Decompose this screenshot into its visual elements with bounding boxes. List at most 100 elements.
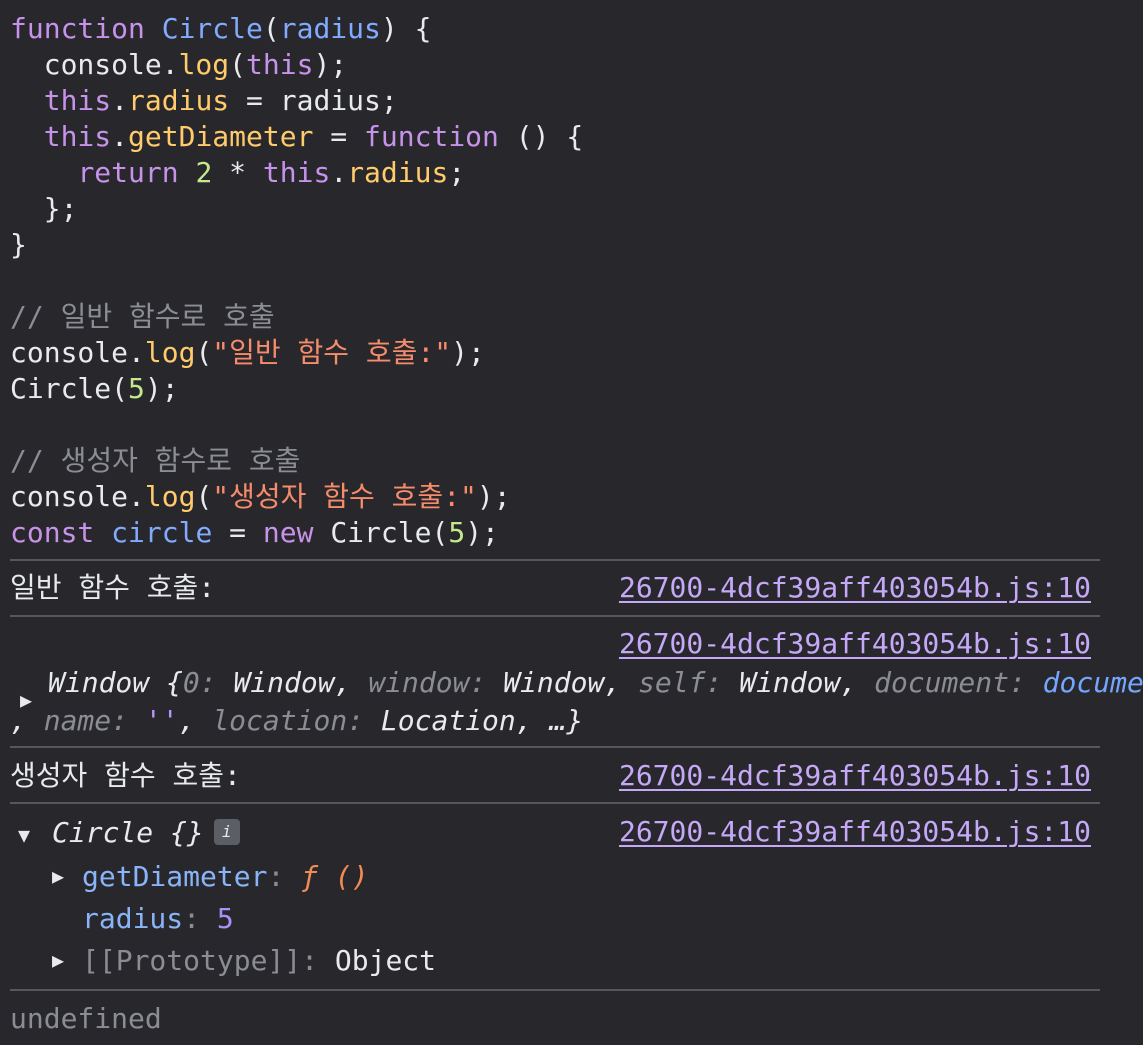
code-property: getDiameter xyxy=(128,120,314,153)
code-line-1: function Circle(radius) { xyxy=(10,11,431,47)
code-comment-1: // 일반 함수로 호출 xyxy=(10,300,275,333)
object-key: window xyxy=(368,666,470,699)
source-link[interactable]: 26700-4dcf39aff403054b.js:10 xyxy=(619,756,1091,796)
code-number: 2 xyxy=(195,156,213,189)
console-divider xyxy=(10,989,1100,991)
object-key: self xyxy=(638,666,706,699)
code-line-2: console.log(this); xyxy=(10,47,347,83)
source-link[interactable]: 26700-4dcf39aff403054b.js:10 xyxy=(619,568,1091,608)
code-keyword: this xyxy=(262,156,331,189)
code-string: "생성자 함수 호출:" xyxy=(212,480,477,513)
code-punct: ; xyxy=(448,156,466,189)
code-line-5: return 2 * this.radius; xyxy=(10,155,465,191)
object-value: Window xyxy=(739,666,841,699)
window-object-preview[interactable]: Window {0: Window, window: Window, self:… xyxy=(48,664,1143,702)
code-punct: = xyxy=(313,120,365,153)
code-punct: . xyxy=(111,84,129,117)
source-link[interactable]: 26700-4dcf39aff403054b.js:10 xyxy=(619,812,1091,852)
code-punct: ); xyxy=(313,48,348,81)
code-punct: = xyxy=(212,516,263,549)
property-value: Object xyxy=(334,944,437,977)
object-key: document xyxy=(874,666,1009,699)
code-keyword: this xyxy=(43,84,112,117)
object-head: Window { xyxy=(48,666,183,699)
code-number: 5 xyxy=(448,516,466,549)
expand-triangle-icon[interactable]: ▶ xyxy=(52,864,64,888)
code-punct: ) { xyxy=(380,12,432,45)
code-punct: ( xyxy=(229,48,247,81)
code-punct: ( xyxy=(262,12,280,45)
code-punct: * xyxy=(212,156,263,189)
code-method: log xyxy=(144,336,196,369)
object-value: '' xyxy=(144,704,179,737)
code-punct: . xyxy=(330,156,348,189)
console-divider xyxy=(10,746,1100,748)
property-value: 5 xyxy=(216,902,234,935)
devtools-console: function Circle(radius) { console.log(th… xyxy=(0,0,1143,1045)
circle-object-head[interactable]: Circle {} i xyxy=(52,814,240,852)
result-undefined: undefined xyxy=(10,1002,162,1035)
property-name: getDiameter xyxy=(82,860,268,893)
code-line-11: const circle = new Circle(5); xyxy=(10,515,499,551)
code-line-10: console.log("생성자 함수 호출:"); xyxy=(10,479,511,515)
window-object-preview-cont: , name: '', location: Location, …} xyxy=(10,704,584,737)
code-text: Circle( xyxy=(313,516,449,549)
property-row[interactable]: [[Prototype]]: Object xyxy=(82,942,436,980)
object-key: name xyxy=(43,704,112,737)
code-keyword: function xyxy=(364,120,499,153)
code-property: radius xyxy=(128,84,230,117)
property-value: ƒ () xyxy=(301,860,369,893)
code-number: 5 xyxy=(128,372,145,405)
property-name: radius xyxy=(82,902,184,935)
code-punct: . xyxy=(111,120,129,153)
code-keyword: const xyxy=(10,516,95,549)
expand-triangle-icon[interactable]: ▶ xyxy=(52,948,64,972)
code-keyword: new xyxy=(262,516,314,549)
code-method: log xyxy=(178,48,230,81)
property-name: [[Prototype]] xyxy=(82,944,302,977)
object-value: Window xyxy=(503,666,605,699)
code-punct: ( xyxy=(195,336,213,369)
object-key: location xyxy=(212,704,348,737)
code-text: () { xyxy=(498,120,584,153)
code-keyword: return xyxy=(77,156,179,189)
console-divider xyxy=(10,559,1100,561)
code-string: "일반 함수 호출:" xyxy=(212,336,452,369)
object-value: Location xyxy=(380,704,516,737)
property-row[interactable]: getDiameter: ƒ () xyxy=(82,858,369,896)
code-line-3: this.radius = radius; xyxy=(10,83,398,119)
code-punct: ); xyxy=(465,516,499,549)
code-keyword: this xyxy=(43,120,112,153)
code-punct: ); xyxy=(476,480,511,513)
object-tail: , …} xyxy=(515,704,584,737)
code-punct: ( xyxy=(195,480,213,513)
code-text: = radius; xyxy=(229,84,398,117)
code-line-6: }; xyxy=(10,192,78,225)
code-line-7: } xyxy=(10,228,27,261)
object-key: 0 xyxy=(182,666,200,699)
code-text: console. xyxy=(10,336,145,369)
code-param: radius xyxy=(279,12,381,45)
code-punct: ); xyxy=(451,336,485,369)
code-line-9: Circle(5); xyxy=(10,371,179,407)
code-variable: circle xyxy=(111,516,213,549)
source-link[interactable]: 26700-4dcf39aff403054b.js:10 xyxy=(619,624,1091,664)
code-text: console. xyxy=(10,480,145,513)
console-divider xyxy=(10,615,1100,617)
info-icon[interactable]: i xyxy=(213,819,240,845)
code-function-name: Circle xyxy=(161,12,263,45)
console-divider xyxy=(10,802,1100,804)
code-line-4: this.getDiameter = function () { xyxy=(10,119,583,155)
code-text: console. xyxy=(10,48,179,81)
code-property: radius xyxy=(347,156,449,189)
code-method: log xyxy=(144,480,196,513)
log-message-normal-call: 일반 함수 호출: xyxy=(10,571,216,604)
log-message-constructor-call: 생성자 함수 호출: xyxy=(10,759,241,792)
object-head: Circle {} xyxy=(52,816,204,849)
object-value: Window xyxy=(233,666,335,699)
object-value-link[interactable]: document xyxy=(1043,666,1143,699)
code-comment-2: // 생성자 함수로 호출 xyxy=(10,444,301,477)
code-punct: ); xyxy=(144,372,179,405)
code-line-8: console.log("일반 함수 호출:"); xyxy=(10,335,485,371)
collapse-triangle-icon[interactable]: ▼ xyxy=(18,823,30,847)
